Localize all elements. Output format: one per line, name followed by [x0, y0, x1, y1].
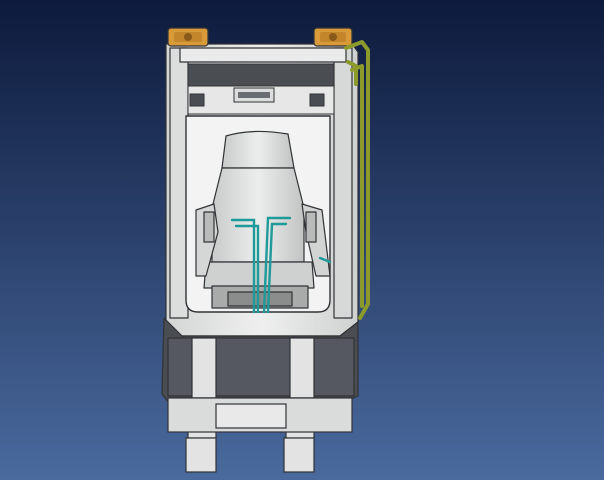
cad-viewport[interactable] — [0, 0, 604, 480]
beacon-light-right — [313, 27, 353, 47]
cross-beam — [167, 397, 353, 433]
vent-left — [189, 93, 205, 107]
beacon-light-left — [167, 27, 209, 47]
cab-3d-model-view[interactable] — [0, 0, 604, 480]
vent-right — [309, 93, 325, 107]
cab-roof-interior — [187, 63, 335, 115]
